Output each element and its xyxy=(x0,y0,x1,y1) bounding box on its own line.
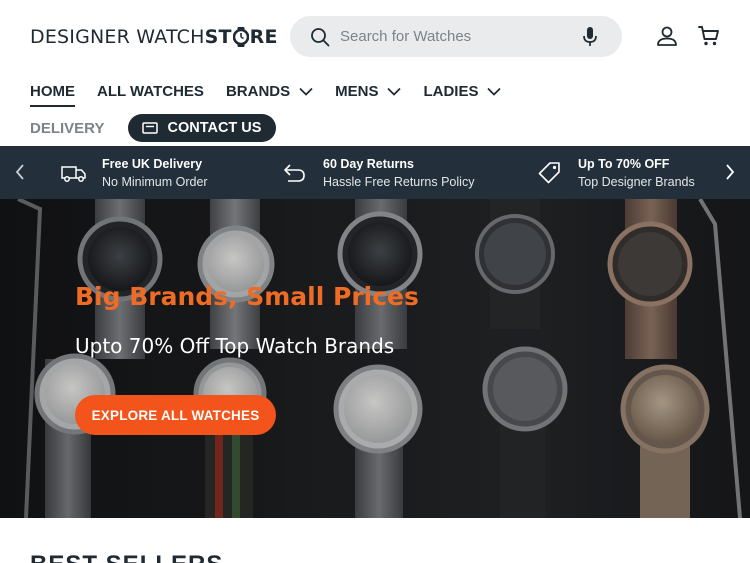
nav-label: BRANDS xyxy=(225,82,291,100)
truck-icon xyxy=(61,166,86,182)
return-arrow-icon xyxy=(284,164,305,182)
nav-label: LADIES xyxy=(423,82,479,100)
search-bar[interactable] xyxy=(290,16,622,57)
promo-title: Free UK Delivery xyxy=(102,156,203,171)
promo-title: Up To 70% OFF xyxy=(578,156,670,171)
watches-display-image xyxy=(0,199,750,518)
chevron-down-icon xyxy=(487,87,502,96)
account-icon[interactable] xyxy=(655,24,679,48)
nav-item-all-watches[interactable]: ALL WATCHES xyxy=(97,79,204,103)
search-input[interactable] xyxy=(340,16,570,57)
hero-banner: Big Brands, Small Prices Upto 70% Off To… xyxy=(0,199,750,518)
logo-text-bold: ST RE xyxy=(204,26,278,48)
chevron-left-icon[interactable] xyxy=(14,163,26,181)
watch-logo-icon xyxy=(232,27,249,47)
site-header: DESIGNER WATCH ST RE Search for Watches … xyxy=(0,0,750,146)
promo-subtitle: No Minimum Order xyxy=(102,174,208,189)
hero-title: Big Brands, Small Prices xyxy=(75,282,419,311)
promo-item-returns: 60 Day Returns Hassle Free Returns Polic… xyxy=(281,155,474,191)
price-tag-icon xyxy=(538,162,560,184)
promo-item-discount: Up To 70% OFF Top Designer Brands xyxy=(536,155,695,191)
promo-subtitle: Hassle Free Returns Policy xyxy=(323,174,475,189)
search-icon[interactable] xyxy=(310,27,330,47)
explore-all-watches-button[interactable]: EXPLORE ALL WATCHES xyxy=(75,395,276,435)
promo-subtitle: Top Designer Brands xyxy=(578,174,695,189)
microphone-icon[interactable] xyxy=(582,26,598,48)
chevron-right-icon[interactable] xyxy=(724,163,736,181)
cart-icon[interactable] xyxy=(697,24,721,48)
contact-us-button[interactable]: CONTACT US xyxy=(128,114,277,142)
secondary-nav: DELIVERY CONTACT US xyxy=(30,114,277,142)
logo-text-light: DESIGNER WATCH xyxy=(30,26,205,48)
chevron-down-icon xyxy=(387,87,402,96)
promo-bar: Free UK Delivery No Minimum Order 60 Day… xyxy=(0,146,750,199)
store-logo[interactable]: DESIGNER WATCH ST RE xyxy=(30,24,278,50)
hero-subtitle: Upto 70% Off Top Watch Brands xyxy=(75,334,395,358)
nav-label: MENS xyxy=(335,82,379,100)
mail-icon xyxy=(142,122,159,134)
contact-us-label: CONTACT US xyxy=(167,120,262,136)
nav-item-brands[interactable]: BRANDS xyxy=(226,79,313,103)
nav-label: HOME xyxy=(30,82,75,100)
nav-item-home[interactable]: HOME xyxy=(30,79,75,107)
nav-item-ladies[interactable]: LADIES xyxy=(423,79,502,103)
chevron-down-icon xyxy=(299,87,313,96)
main-nav: HOME ALL WATCHES BRANDS MENS LADIES xyxy=(30,79,523,107)
promo-title: 60 Day Returns xyxy=(323,156,415,171)
best-sellers-heading: BEST SELLERS xyxy=(30,551,223,563)
nav-label: ALL WATCHES xyxy=(97,82,204,100)
nav-item-delivery[interactable]: DELIVERY xyxy=(30,120,104,137)
nav-item-mens[interactable]: MENS xyxy=(335,79,402,103)
promo-item-delivery: Free UK Delivery No Minimum Order xyxy=(60,155,208,191)
